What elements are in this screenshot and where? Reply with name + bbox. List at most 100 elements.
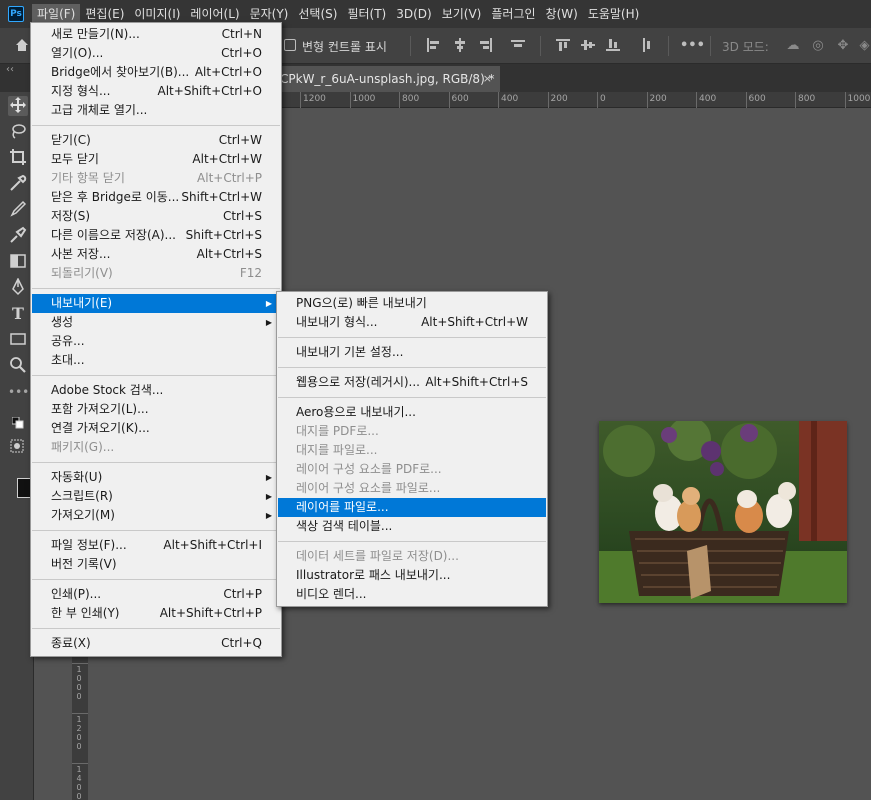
3d-slide-icon[interactable]: ◈ <box>858 38 871 54</box>
pen-icon[interactable] <box>8 277 28 298</box>
menu-item[interactable]: 사본 저장... Alt+Ctrl+S <box>32 245 280 264</box>
menu-item[interactable]: 포함 가져오기(L)... <box>32 400 280 419</box>
menu-item[interactable]: 가져오기(M) ▶ <box>32 506 280 525</box>
menu-item-label: 닫은 후 Bridge로 이동... <box>51 190 180 204</box>
show-transform-controls-checkbox[interactable] <box>284 39 296 51</box>
distribute-vertical-icon[interactable] <box>640 38 656 54</box>
menu-item-11[interactable]: 도움말(H) <box>583 4 645 24</box>
menu-item[interactable]: 지정 형식... Alt+Shift+Ctrl+O <box>32 82 280 101</box>
align-right-icon[interactable] <box>478 38 494 54</box>
menu-item[interactable]: 닫은 후 Bridge로 이동... Shift+Ctrl+W <box>32 188 280 207</box>
eyedropper-icon[interactable] <box>8 174 28 194</box>
menu-item[interactable]: Illustrator로 패스 내보내기... <box>278 566 546 585</box>
ruler-tick <box>72 763 88 764</box>
menu-separator <box>32 628 280 629</box>
type-icon[interactable]: T <box>8 304 28 324</box>
menu-item[interactable]: 열기(O)... Ctrl+O <box>32 44 280 63</box>
document-canvas-image[interactable] <box>599 421 847 603</box>
show-transform-controls-label: 변형 컨트롤 표시 <box>302 40 387 54</box>
submenu-arrow-icon: ▶ <box>265 318 272 327</box>
default-colors-icon[interactable] <box>11 414 24 429</box>
more-tools-icon[interactable]: ••• <box>8 382 29 402</box>
menu-item-label: 지정 형식... <box>51 84 111 98</box>
menu-item-2[interactable]: 이미지(I) <box>129 4 185 24</box>
menu-item[interactable]: PNG으(로) 빠른 내보내기 <box>278 294 546 313</box>
home-icon[interactable] <box>14 38 30 54</box>
menu-item-label: 연결 가져오기(K)... <box>51 421 150 435</box>
menu-item-6[interactable]: 필터(T) <box>342 4 391 24</box>
menu-item[interactable]: 스크립트(R) ▶ <box>32 487 280 506</box>
menu-item[interactable]: 모두 닫기 Alt+Ctrl+W <box>32 150 280 169</box>
distribute-icon[interactable] <box>510 38 526 54</box>
3d-roll-icon[interactable]: ◎ <box>810 38 826 54</box>
zoom-icon[interactable] <box>8 356 28 376</box>
menu-item-shortcut: Alt+Shift+Ctrl+W <box>421 315 528 329</box>
menu-item-label: 스크립트(R) <box>51 489 113 503</box>
menu-item[interactable]: 내보내기(E) ▶ <box>32 294 280 313</box>
menu-item[interactable]: 다른 이름으로 저장(A)... Shift+Ctrl+S <box>32 226 280 245</box>
lasso-icon[interactable] <box>8 122 28 142</box>
menu-item-3[interactable]: 레이어(L) <box>185 4 244 24</box>
menu-item-9[interactable]: 플러그인 <box>486 4 540 24</box>
menu-item-label: 인쇄(P)... <box>51 587 102 601</box>
align-bottom-icon[interactable] <box>605 38 621 54</box>
tools-panel: T ••• <box>0 92 35 800</box>
menu-item-8[interactable]: 보기(V) <box>437 4 487 24</box>
menu-item[interactable]: 새로 만들기(N)... Ctrl+N <box>32 25 280 44</box>
menu-item[interactable]: 종료(X) Ctrl+Q <box>32 634 280 653</box>
crop-icon[interactable] <box>8 148 28 168</box>
align-center-icon[interactable] <box>452 38 468 54</box>
menu-item[interactable]: 자동화(U) ▶ <box>32 468 280 487</box>
align-left-icon[interactable] <box>425 38 441 54</box>
menu-item-10[interactable]: 창(W) <box>541 4 583 24</box>
close-tab-icon[interactable]: × <box>483 72 492 85</box>
menu-item[interactable]: 웹용으로 저장(레거시)... Alt+Shift+Ctrl+S <box>278 373 546 392</box>
more-options-icon[interactable]: ••• <box>680 38 705 54</box>
menu-item[interactable]: 내보내기 형식... Alt+Shift+Ctrl+W <box>278 313 546 332</box>
menu-item-4[interactable]: 문자(Y) <box>245 4 294 24</box>
brush-icon[interactable] <box>8 200 28 220</box>
menu-item[interactable]: 고급 개체로 열기... <box>32 101 280 120</box>
menu-item[interactable]: 생성 ▶ <box>32 313 280 332</box>
menu-file[interactable]: 파일(F) <box>32 4 81 24</box>
menu-item[interactable]: Bridge에서 찾아보기(B)... Alt+Ctrl+O <box>32 63 280 82</box>
menu-item[interactable]: 파일 정보(F)... Alt+Shift+Ctrl+I <box>32 536 280 555</box>
menu-item-label: 자동화(U) <box>51 470 103 484</box>
menu-item[interactable]: 내보내기 기본 설정... <box>278 343 546 362</box>
menu-item[interactable]: 연결 가져오기(K)... <box>32 419 280 438</box>
menu-item-label: 레이어 구성 요소를 파일로... <box>296 481 441 495</box>
menu-item-shortcut: Ctrl+S <box>222 209 262 223</box>
stamp-icon[interactable] <box>8 226 28 246</box>
align-middle-icon[interactable] <box>580 38 596 54</box>
menu-item[interactable]: 비디오 렌더... <box>278 585 546 604</box>
ruler-tick <box>696 92 697 108</box>
menu-item-label: 고급 개체로 열기... <box>51 103 148 117</box>
menu-item[interactable]: 인쇄(P)... Ctrl+P <box>32 585 280 604</box>
menu-item[interactable]: 초대... <box>32 351 280 370</box>
menu-item[interactable]: 저장(S) Ctrl+S <box>32 207 280 226</box>
menu-item[interactable]: 한 부 인쇄(Y) Alt+Shift+Ctrl+P <box>32 604 280 623</box>
menu-item[interactable]: 공유... <box>32 332 280 351</box>
rectangle-icon[interactable] <box>8 330 28 350</box>
menu-item[interactable]: 닫기(C) Ctrl+W <box>32 131 280 150</box>
menu-item[interactable]: 버전 기록(V) <box>32 555 280 574</box>
menu-item-5[interactable]: 선택(S) <box>293 4 342 24</box>
menu-item-7[interactable]: 3D(D) <box>391 4 436 24</box>
align-top-icon[interactable] <box>555 38 571 54</box>
ruler-tick <box>597 92 598 108</box>
3d-orbit-icon[interactable]: ☁ <box>785 38 801 54</box>
menu-item[interactable]: Adobe Stock 검색... <box>32 381 280 400</box>
menu-item-shortcut: Ctrl+N <box>221 27 262 41</box>
menu-item[interactable]: Aero용으로 내보내기... <box>278 403 546 422</box>
gradient-icon[interactable] <box>8 252 28 272</box>
3d-pan-icon[interactable]: ✥ <box>835 38 851 54</box>
move-icon[interactable] <box>8 96 28 116</box>
menu-item[interactable]: 색상 검색 테이블... <box>278 517 546 536</box>
menu-separator <box>32 375 280 376</box>
quick-mask-icon[interactable] <box>10 438 24 453</box>
document-tab[interactable]: CPkW_r_6uA-unsplash.jpg, RGB/8) * × <box>270 66 500 92</box>
menu-separator <box>278 397 546 398</box>
menu-item[interactable]: 레이어를 파일로... <box>278 498 546 517</box>
menu-item-1[interactable]: 편집(E) <box>80 4 129 24</box>
collapse-panels-icon[interactable]: ‹‹ <box>6 64 14 75</box>
